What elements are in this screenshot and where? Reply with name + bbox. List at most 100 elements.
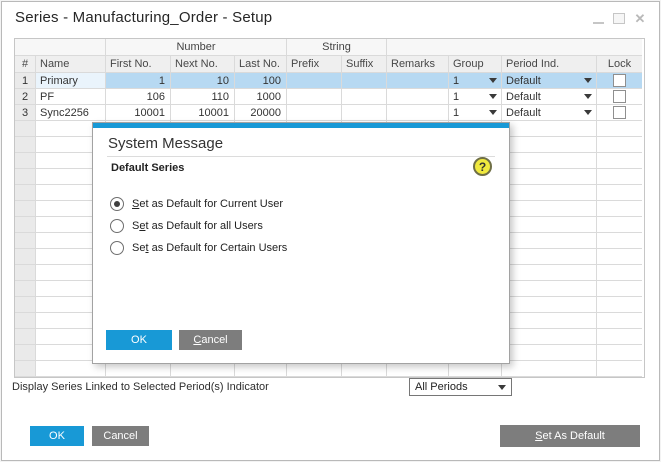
- close-icon: ✕: [634, 10, 646, 26]
- cell-last-no[interactable]: 100: [235, 73, 287, 89]
- empty-cell: [597, 185, 642, 201]
- cell-group[interactable]: 1: [449, 105, 502, 121]
- column-group-number: Number: [106, 39, 287, 56]
- minimize-button[interactable]: [590, 10, 606, 26]
- cell-lock: [597, 73, 642, 89]
- cell-lock: [597, 105, 642, 121]
- empty-cell: [597, 121, 642, 137]
- row-number-cell: [15, 329, 36, 345]
- radio-icon[interactable]: [110, 241, 124, 255]
- empty-cell: [502, 249, 597, 265]
- cell-first-no[interactable]: 10001: [106, 105, 171, 121]
- ok-button[interactable]: OK: [30, 426, 84, 446]
- dialog-ok-button[interactable]: OK: [106, 330, 172, 350]
- cell-prefix[interactable]: [287, 105, 342, 121]
- empty-cell: [597, 233, 642, 249]
- row-number-cell: [15, 281, 36, 297]
- cell-suffix[interactable]: [342, 89, 387, 105]
- cancel-button[interactable]: Cancel: [92, 426, 149, 446]
- cell-remarks[interactable]: [387, 89, 449, 105]
- row-number-cell: [15, 169, 36, 185]
- empty-cell: [597, 169, 642, 185]
- column-group-spacer: [387, 39, 642, 56]
- empty-cell: [597, 345, 642, 361]
- row-number-cell: [15, 217, 36, 233]
- lock-checkbox[interactable]: [613, 74, 626, 87]
- dialog-title-divider: [107, 156, 495, 157]
- empty-cell: [597, 313, 642, 329]
- cell-name[interactable]: PF: [36, 89, 106, 105]
- row-number-cell: [15, 313, 36, 329]
- chevron-down-icon: [489, 94, 497, 99]
- cell-suffix[interactable]: [342, 73, 387, 89]
- cell-remarks[interactable]: [387, 105, 449, 121]
- empty-cell: [597, 281, 642, 297]
- radio-option-set-as-default-for-all-users[interactable]: Set as Default for all Users: [110, 219, 263, 233]
- cell-group[interactable]: 1: [449, 89, 502, 105]
- row-number-cell: [15, 361, 36, 377]
- radio-option-set-as-default-for-current-user[interactable]: Set as Default for Current User: [110, 197, 283, 211]
- cell-name[interactable]: Sync2256: [36, 105, 106, 121]
- system-message-dialog: System Message Default Series ? Set as D…: [92, 122, 510, 364]
- cell-group[interactable]: 1: [449, 73, 502, 89]
- period-filter-select[interactable]: All Periods: [409, 378, 512, 396]
- row-number-cell: [15, 249, 36, 265]
- period-filter-value: All Periods: [415, 381, 468, 393]
- dialog-cancel-button[interactable]: Cancel: [179, 330, 242, 350]
- radio-option-set-as-default-for-certain-users[interactable]: Set as Default for Certain Users: [110, 241, 287, 255]
- help-button[interactable]: ?: [473, 157, 492, 176]
- empty-cell: [597, 201, 642, 217]
- radio-icon[interactable]: [110, 219, 124, 233]
- empty-cell: [597, 153, 642, 169]
- cell-last-no[interactable]: 1000: [235, 89, 287, 105]
- row-number-cell[interactable]: 1: [15, 73, 36, 89]
- cell-prefix[interactable]: [287, 73, 342, 89]
- dialog-subtitle: Default Series: [111, 162, 185, 174]
- set-as-default-button[interactable]: Set As Default: [500, 425, 640, 447]
- column-group-spacer: [15, 39, 106, 56]
- row-number-cell: [15, 233, 36, 249]
- close-button[interactable]: ✕: [632, 10, 648, 26]
- cell-prefix[interactable]: [287, 89, 342, 105]
- series-setup-window: Series - Manufacturing_Order - Setup ✕ N…: [1, 1, 660, 461]
- column-header-suffix: Suffix: [342, 56, 387, 73]
- radio-icon[interactable]: [110, 197, 124, 211]
- cell-first-no[interactable]: 1: [106, 73, 171, 89]
- lock-checkbox[interactable]: [613, 106, 626, 119]
- radio-option-label: Set as Default for Certain Users: [132, 242, 288, 254]
- lock-checkbox[interactable]: [613, 90, 626, 103]
- row-number-cell[interactable]: 2: [15, 89, 36, 105]
- cell-first-no[interactable]: 106: [106, 89, 171, 105]
- chevron-down-icon: [584, 110, 592, 115]
- cell-name[interactable]: Primary: [36, 73, 106, 89]
- maximize-button[interactable]: [611, 10, 627, 26]
- period-indicator-label: Display Series Linked to Selected Period…: [12, 381, 269, 393]
- row-number-cell[interactable]: 3: [15, 105, 36, 121]
- chevron-down-icon: [498, 384, 506, 390]
- empty-cell: [597, 265, 642, 281]
- question-icon: ?: [478, 159, 487, 174]
- cell-suffix[interactable]: [342, 105, 387, 121]
- column-header-remarks: Remarks: [387, 56, 449, 73]
- cell-remarks[interactable]: [387, 73, 449, 89]
- radio-option-label: Set as Default for Current User: [132, 198, 284, 210]
- cell-period-ind[interactable]: Default: [502, 89, 597, 105]
- cell-last-no[interactable]: 20000: [235, 105, 287, 121]
- empty-cell: [502, 281, 597, 297]
- chevron-down-icon: [584, 94, 592, 99]
- cell-next-no[interactable]: 110: [171, 89, 235, 105]
- column-header-prefix: Prefix: [287, 56, 342, 73]
- table-row: # Name First No. Next No. Last No. Prefix Suff…: [15, 56, 644, 73]
- column-header-lock: Lock: [597, 56, 642, 73]
- minimize-icon: [592, 21, 604, 24]
- column-header-name: Name: [36, 56, 106, 73]
- dialog-title: System Message: [108, 135, 224, 152]
- empty-cell: [597, 137, 642, 153]
- cell-next-no[interactable]: 10001: [171, 105, 235, 121]
- cell-next-no[interactable]: 10: [171, 73, 235, 89]
- empty-cell: [502, 361, 597, 377]
- column-header-last-no: Last No.: [235, 56, 287, 73]
- cell-period-ind[interactable]: Default: [502, 73, 597, 89]
- cell-period-ind[interactable]: Default: [502, 105, 597, 121]
- empty-cell: [597, 249, 642, 265]
